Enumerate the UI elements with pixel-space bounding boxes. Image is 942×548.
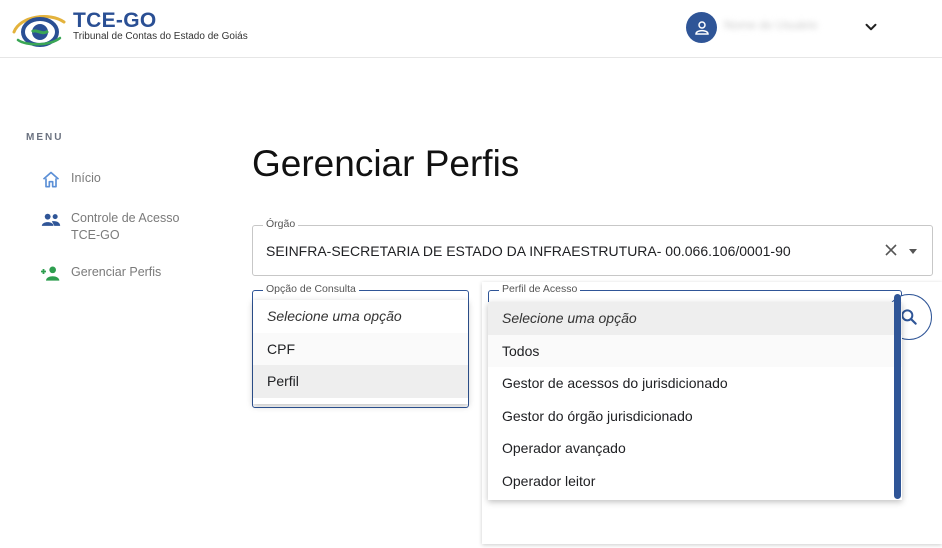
users-icon xyxy=(40,210,62,230)
opcao-consulta-dropdown: Selecione uma opção CPF Perfil xyxy=(253,300,468,404)
page-title: Gerenciar Perfis xyxy=(252,143,520,184)
dropdown-option[interactable]: Operador avançado xyxy=(488,432,902,465)
caret-down-icon[interactable] xyxy=(909,249,917,254)
brand-subtitle: Tribunal de Contas do Estado de Goiás xyxy=(73,31,248,42)
dropdown-option[interactable]: Selecione uma opção xyxy=(253,300,468,333)
close-icon[interactable] xyxy=(883,242,899,258)
sidebar-item-label: Início xyxy=(71,171,101,185)
person-icon xyxy=(694,20,709,35)
dropdown-option[interactable]: Gestor do órgão jurisdicionado xyxy=(488,400,902,433)
sidebar-item-label: Gerenciar Perfis xyxy=(71,265,162,279)
dropdown-scrollbar[interactable] xyxy=(894,294,901,499)
dropdown-option[interactable]: Gestor de acessos do jurisdicionado xyxy=(488,367,902,400)
tce-go-logo-icon[interactable] xyxy=(10,10,66,48)
dropdown-option[interactable]: Perfil xyxy=(253,365,468,398)
search-icon xyxy=(901,309,917,325)
home-icon xyxy=(40,170,62,190)
perfil-label: Perfil de Acesso xyxy=(499,283,581,295)
orgao-select[interactable]: Órgão SEINFRA-SECRETARIA DE ESTADO DA IN… xyxy=(252,218,933,276)
user-avatar[interactable] xyxy=(686,12,717,43)
top-header: TCE-GO Tribunal de Contas do Estado de G… xyxy=(0,0,942,58)
sidebar-item-label: Controle de Acesso TCE-GO xyxy=(71,211,180,242)
dropdown-option[interactable]: CPF xyxy=(253,332,468,365)
sidebar-item-controle-acesso[interactable]: Controle de Acesso TCE-GO xyxy=(40,210,191,244)
dropdown-option[interactable]: Operador leitor xyxy=(488,465,902,498)
user-name[interactable]: Nome do Usuário xyxy=(724,18,848,34)
sidebar-item-gerenciar-perfis[interactable]: Gerenciar Perfis xyxy=(40,264,191,284)
person-add-icon xyxy=(40,264,62,284)
sidebar-item-inicio[interactable]: Início xyxy=(40,170,191,190)
dropdown-option[interactable]: Todos xyxy=(488,334,902,367)
dropdown-option[interactable]: Selecione uma opção xyxy=(488,302,902,335)
orgao-label: Órgão xyxy=(263,218,299,230)
perfil-acesso-dropdown: Selecione uma opção Todos Gestor de aces… xyxy=(488,302,902,500)
brand-title: TCE-GO xyxy=(73,9,157,32)
menu-label: MENU xyxy=(26,132,64,143)
chevron-down-icon[interactable] xyxy=(862,18,880,36)
orgao-value: SEINFRA-SECRETARIA DE ESTADO DA INFRAEST… xyxy=(266,243,791,259)
opcao-label: Opção de Consulta xyxy=(263,283,359,295)
